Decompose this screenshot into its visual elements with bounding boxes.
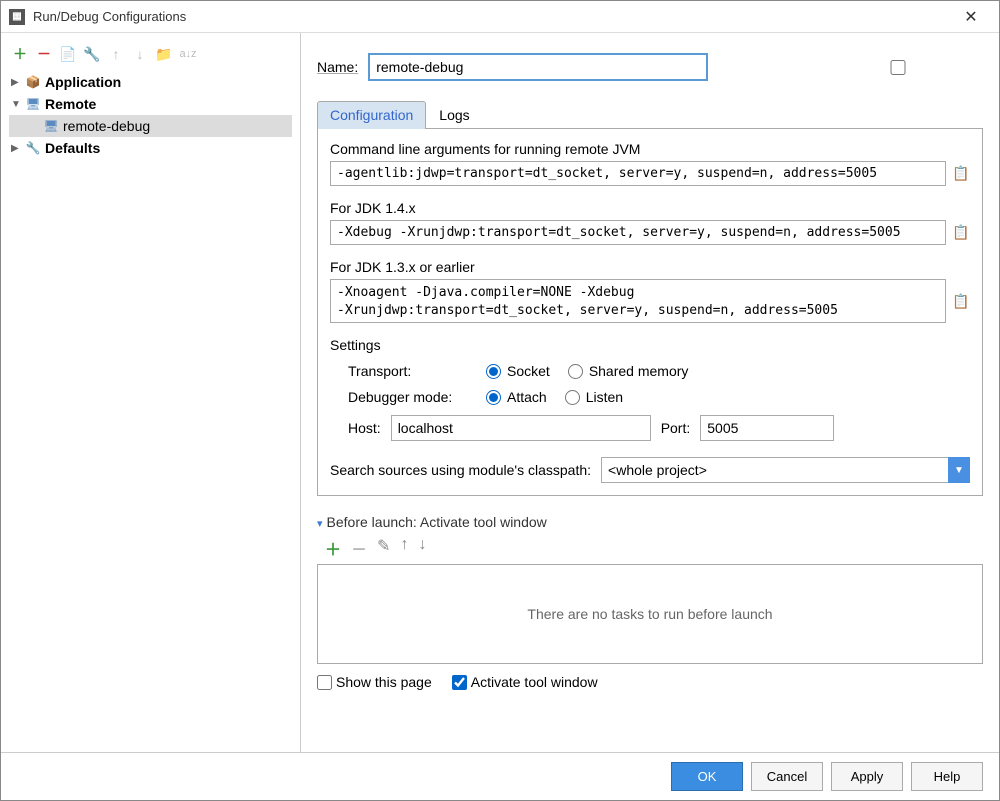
- radio-label: Listen: [586, 389, 623, 405]
- tab-configuration[interactable]: Configuration: [317, 101, 426, 129]
- transport-label: Transport:: [348, 363, 468, 379]
- radio-input[interactable]: [565, 390, 580, 405]
- expand-icon: ▶: [11, 143, 25, 154]
- cancel-button[interactable]: Cancel: [751, 762, 823, 791]
- radio-label: Shared memory: [589, 363, 689, 379]
- configuration-panel: Command line arguments for running remot…: [317, 129, 983, 496]
- debugger-mode-label: Debugger mode:: [348, 389, 468, 405]
- down-icon: ↓: [418, 536, 426, 560]
- sidebar: ＋ － 📄 🔧 ↑ ↓ 📁 a↓z ▶ 📦 Application ▼ 🖥 Re…: [1, 33, 301, 752]
- jdk14-input[interactable]: [330, 220, 946, 245]
- debugger-listen-radio[interactable]: Listen: [565, 389, 623, 405]
- down-icon[interactable]: ↓: [131, 45, 149, 63]
- copy-icon[interactable]: 📋: [952, 224, 970, 242]
- remove-icon[interactable]: －: [35, 45, 53, 63]
- radio-input[interactable]: [568, 364, 583, 379]
- jdk13-label: For JDK 1.3.x or earlier: [330, 259, 970, 275]
- radio-input[interactable]: [486, 390, 501, 405]
- cmd-args-label: Command line arguments for running remot…: [330, 141, 970, 157]
- tree-label: Application: [45, 74, 121, 90]
- sidebar-toolbar: ＋ － 📄 🔧 ↑ ↓ 📁 a↓z: [9, 41, 292, 71]
- app-icon: ▦: [9, 9, 25, 25]
- sort-icon[interactable]: a↓z: [179, 45, 197, 63]
- radio-input[interactable]: [486, 364, 501, 379]
- checkbox-input[interactable]: [452, 675, 467, 690]
- settings-group: Settings Transport: Socket Shared memory…: [330, 337, 970, 441]
- collapse-icon: ▼: [11, 99, 25, 110]
- dialog-footer: OK Cancel Apply Help: [1, 752, 999, 800]
- name-input[interactable]: [368, 53, 708, 81]
- up-icon: ↑: [400, 536, 408, 560]
- apply-button[interactable]: Apply: [831, 762, 903, 791]
- tabs: Configuration Logs: [317, 101, 983, 129]
- application-icon: 📦: [25, 74, 41, 90]
- tree-node-defaults[interactable]: ▶ 🔧 Defaults: [9, 137, 292, 159]
- before-launch-list: There are no tasks to run before launch: [317, 564, 983, 664]
- checkbox-label: Activate tool window: [471, 674, 598, 690]
- titlebar: ▦ Run/Debug Configurations ✕: [1, 1, 999, 33]
- activate-tool-checkbox[interactable]: Activate tool window: [452, 674, 598, 690]
- expand-icon: ▶: [11, 77, 25, 88]
- port-input[interactable]: [700, 415, 834, 441]
- tree-label: remote-debug: [63, 118, 150, 134]
- copy-config-icon[interactable]: 📄: [59, 45, 77, 63]
- search-sources-label: Search sources using module's classpath:: [330, 462, 591, 478]
- radio-label: Socket: [507, 363, 550, 379]
- name-label: Name:: [317, 59, 358, 75]
- before-launch-header[interactable]: Before launch: Activate tool window: [317, 514, 983, 530]
- copy-icon[interactable]: 📋: [952, 165, 970, 183]
- checkbox-input[interactable]: [317, 675, 332, 690]
- debugger-attach-radio[interactable]: Attach: [486, 389, 547, 405]
- copy-icon[interactable]: 📋: [952, 292, 970, 310]
- remote-icon: 🖥: [43, 118, 59, 134]
- wrench-icon: 🔧: [25, 140, 41, 156]
- main-panel: Name: Share Single instance only Configu…: [301, 33, 999, 752]
- up-icon[interactable]: ↑: [107, 45, 125, 63]
- transport-socket-radio[interactable]: Socket: [486, 363, 550, 379]
- folder-icon[interactable]: 📁: [155, 45, 173, 63]
- tree-node-remote[interactable]: ▼ 🖥 Remote: [9, 93, 292, 115]
- add-icon[interactable]: ＋: [11, 45, 29, 63]
- close-icon[interactable]: ✕: [951, 2, 991, 32]
- add-icon[interactable]: ＋: [325, 536, 341, 560]
- port-label: Port:: [661, 420, 691, 436]
- tree-node-remote-debug[interactable]: 🖥 remote-debug: [9, 115, 292, 137]
- jdk13-input[interactable]: [330, 279, 946, 323]
- host-label: Host:: [348, 420, 381, 436]
- transport-shared-radio[interactable]: Shared memory: [568, 363, 689, 379]
- checkbox-label: Show this page: [336, 674, 432, 690]
- tree-label: Defaults: [45, 140, 100, 156]
- tree-label: Remote: [45, 96, 96, 112]
- radio-label: Attach: [507, 389, 547, 405]
- edit-icon: ✎: [377, 536, 390, 560]
- ok-button[interactable]: OK: [671, 762, 743, 791]
- config-tree: ▶ 📦 Application ▼ 🖥 Remote 🖥 remote-debu…: [9, 71, 292, 159]
- remote-icon: 🖥: [25, 96, 41, 112]
- settings-label: Settings: [330, 337, 381, 353]
- tree-node-application[interactable]: ▶ 📦 Application: [9, 71, 292, 93]
- share-checkbox[interactable]: Share: [728, 59, 999, 75]
- cmd-args-input[interactable]: [330, 161, 946, 186]
- before-launch-section: Before launch: Activate tool window ＋ － …: [317, 514, 983, 690]
- help-button[interactable]: Help: [911, 762, 983, 791]
- settings-icon[interactable]: 🔧: [83, 45, 101, 63]
- search-sources-select[interactable]: <whole project>: [601, 457, 970, 483]
- host-input[interactable]: [391, 415, 651, 441]
- share-checkbox-input[interactable]: [728, 60, 999, 75]
- show-page-checkbox[interactable]: Show this page: [317, 674, 432, 690]
- window-title: Run/Debug Configurations: [33, 9, 951, 24]
- tab-logs[interactable]: Logs: [426, 101, 482, 128]
- empty-text: There are no tasks to run before launch: [527, 606, 772, 622]
- jdk14-label: For JDK 1.4.x: [330, 200, 970, 216]
- remove-icon: －: [351, 536, 367, 560]
